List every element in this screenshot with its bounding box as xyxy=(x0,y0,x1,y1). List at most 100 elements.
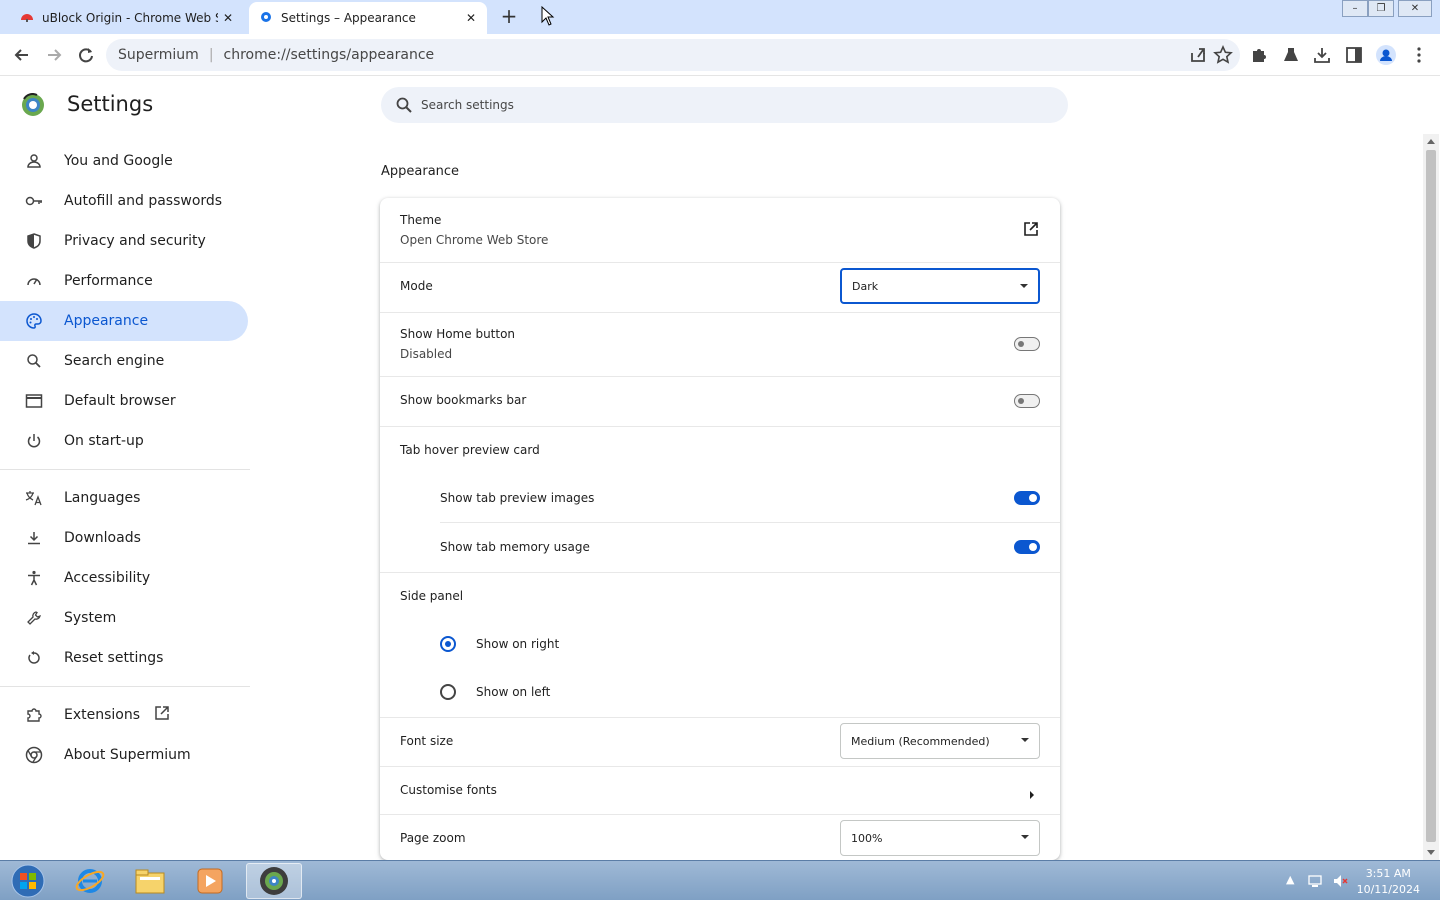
bookmark-star-icon[interactable] xyxy=(1213,45,1233,65)
scroll-up-arrow-icon[interactable] xyxy=(1427,139,1435,144)
share-icon[interactable] xyxy=(1188,45,1208,65)
search-icon xyxy=(395,96,413,114)
side-panel-label: Side panel xyxy=(400,589,464,603)
restore-button[interactable]: ❐ xyxy=(1368,0,1394,17)
profile-avatar-icon[interactable] xyxy=(1376,45,1396,65)
reload-button[interactable] xyxy=(75,44,97,66)
start-button[interactable] xyxy=(0,863,56,899)
tab-ublock[interactable]: uBlock Origin - Chrome Web Sto ✕ xyxy=(12,2,244,34)
row-divider xyxy=(380,572,1060,573)
lab-flask-icon[interactable] xyxy=(1281,45,1301,65)
url-text: chrome://settings/appearance xyxy=(223,47,435,63)
close-tab-icon[interactable]: ✕ xyxy=(218,11,238,25)
mouse-cursor-icon xyxy=(541,5,555,30)
mode-select-value: Dark xyxy=(852,279,879,293)
menu-kebab-icon[interactable] xyxy=(1409,45,1429,65)
bookmarks-bar-toggle[interactable] xyxy=(1014,394,1040,408)
side-panel-right-option[interactable]: Show on right xyxy=(380,622,1060,670)
sidebar-item-extensions[interactable]: Extensions xyxy=(0,695,248,735)
open-in-new-icon[interactable] xyxy=(1022,220,1040,242)
home-button-toggle[interactable] xyxy=(1014,337,1040,351)
sidebar-item-downloads[interactable]: Downloads xyxy=(0,518,248,558)
minimize-button[interactable]: – xyxy=(1342,0,1368,17)
page-zoom-label: Page zoom xyxy=(400,831,466,845)
tab-memory-usage-row[interactable]: Show tab memory usage xyxy=(380,522,1060,572)
customise-fonts-row[interactable]: Customise fonts xyxy=(380,766,1060,814)
tab-preview-images-toggle[interactable] xyxy=(1014,491,1040,505)
page-zoom-select[interactable]: 100% xyxy=(840,820,1040,856)
network-icon[interactable] xyxy=(1308,873,1324,889)
sidebar-item-label: Extensions xyxy=(64,707,141,723)
tab-preview-images-row[interactable]: Show tab preview images xyxy=(380,474,1060,522)
side-panel-icon[interactable] xyxy=(1344,45,1364,65)
sidebar-item-on-startup[interactable]: On start-up xyxy=(0,421,248,461)
side-panel-left-option[interactable]: Show on left xyxy=(380,670,1060,718)
browser-toolbar: Supermium | chrome://settings/appearance xyxy=(0,34,1440,76)
bookmarks-bar-row[interactable]: Show bookmarks bar xyxy=(380,376,1060,426)
download-icon xyxy=(24,528,44,548)
tab-memory-usage-toggle[interactable] xyxy=(1014,540,1040,554)
close-window-button[interactable]: ✕ xyxy=(1398,0,1432,17)
radio-show-on-right[interactable] xyxy=(440,636,456,652)
sidebar-item-about[interactable]: About Supermium xyxy=(0,735,248,775)
tab-title: uBlock Origin - Chrome Web Sto xyxy=(42,11,218,25)
chevron-down-icon xyxy=(1020,284,1028,288)
scroll-down-arrow-icon[interactable] xyxy=(1427,850,1435,855)
sidebar-item-label: Privacy and security xyxy=(64,233,206,249)
radio-show-on-left[interactable] xyxy=(440,684,456,700)
sidebar-item-appearance[interactable]: Appearance xyxy=(0,301,248,341)
sidebar-item-reset[interactable]: Reset settings xyxy=(0,638,248,678)
sidebar-item-autofill[interactable]: Autofill and passwords xyxy=(0,181,248,221)
home-button-sublabel: Disabled xyxy=(400,347,453,361)
back-button[interactable] xyxy=(11,44,33,66)
internet-explorer-icon[interactable] xyxy=(62,863,118,899)
sidebar-item-system[interactable]: System xyxy=(0,598,248,638)
home-button-row[interactable]: Show Home button Disabled xyxy=(380,312,1060,376)
scrollbar-thumb[interactable] xyxy=(1426,150,1436,842)
taskbar-browser-button[interactable] xyxy=(246,863,302,899)
search-settings-input[interactable]: Search settings xyxy=(381,87,1068,123)
sidebar-item-accessibility[interactable]: Accessibility xyxy=(0,558,248,598)
font-size-select-value: Medium (Recommended) xyxy=(851,734,990,748)
chevron-down-icon xyxy=(1021,835,1029,839)
theme-row[interactable]: Theme Open Chrome Web Store xyxy=(380,198,1060,262)
sidebar-item-performance[interactable]: Performance xyxy=(0,261,248,301)
media-player-icon[interactable] xyxy=(182,863,238,899)
font-size-select[interactable]: Medium (Recommended) xyxy=(840,723,1040,759)
sidebar-item-search-engine[interactable]: Search engine xyxy=(0,341,248,381)
download-icon[interactable] xyxy=(1312,45,1332,65)
sidebar-item-languages[interactable]: Languages xyxy=(0,478,248,518)
taskbar-clock[interactable]: 3:51 AM 10/11/2024 xyxy=(1357,866,1420,898)
sidebar-item-you-and-google[interactable]: You and Google xyxy=(0,141,248,181)
address-bar[interactable]: Supermium | chrome://settings/appearance xyxy=(106,39,1240,71)
sidebar-item-label: Downloads xyxy=(64,530,141,546)
browser-window-icon xyxy=(24,391,44,411)
font-size-label: Font size xyxy=(400,734,454,748)
speedometer-icon xyxy=(24,271,44,291)
logo-icon xyxy=(24,745,44,765)
new-tab-button[interactable]: + xyxy=(498,6,520,28)
extensions-puzzle-icon[interactable] xyxy=(1249,45,1269,65)
volume-muted-icon[interactable] xyxy=(1332,873,1348,889)
tab-hover-label: Tab hover preview card xyxy=(400,443,540,457)
windows-taskbar: ▲ 3:51 AM 10/11/2024 xyxy=(0,860,1440,900)
tab-settings[interactable]: Settings – Appearance ✕ xyxy=(249,2,487,34)
person-icon xyxy=(24,151,44,171)
chevron-down-icon xyxy=(1021,738,1029,742)
sidebar-item-label: On start-up xyxy=(64,433,144,449)
font-size-row: Font size Medium (Recommended) xyxy=(380,717,1060,767)
sidebar-divider xyxy=(0,686,250,687)
sidebar-item-label: Accessibility xyxy=(64,570,151,586)
sidebar-item-default-browser[interactable]: Default browser xyxy=(0,381,248,421)
file-explorer-icon[interactable] xyxy=(122,863,178,899)
accessibility-icon xyxy=(24,568,44,588)
page-scrollbar[interactable] xyxy=(1423,134,1439,860)
show-hidden-icons-icon[interactable]: ▲ xyxy=(1286,873,1302,889)
forward-button[interactable] xyxy=(43,44,65,66)
sidebar-item-privacy[interactable]: Privacy and security xyxy=(0,221,248,261)
sidebar-item-label: Reset settings xyxy=(64,650,164,666)
close-tab-icon[interactable]: ✕ xyxy=(461,11,481,25)
customise-fonts-label: Customise fonts xyxy=(400,783,497,797)
mode-select[interactable]: Dark xyxy=(840,268,1040,304)
key-icon xyxy=(24,191,44,211)
